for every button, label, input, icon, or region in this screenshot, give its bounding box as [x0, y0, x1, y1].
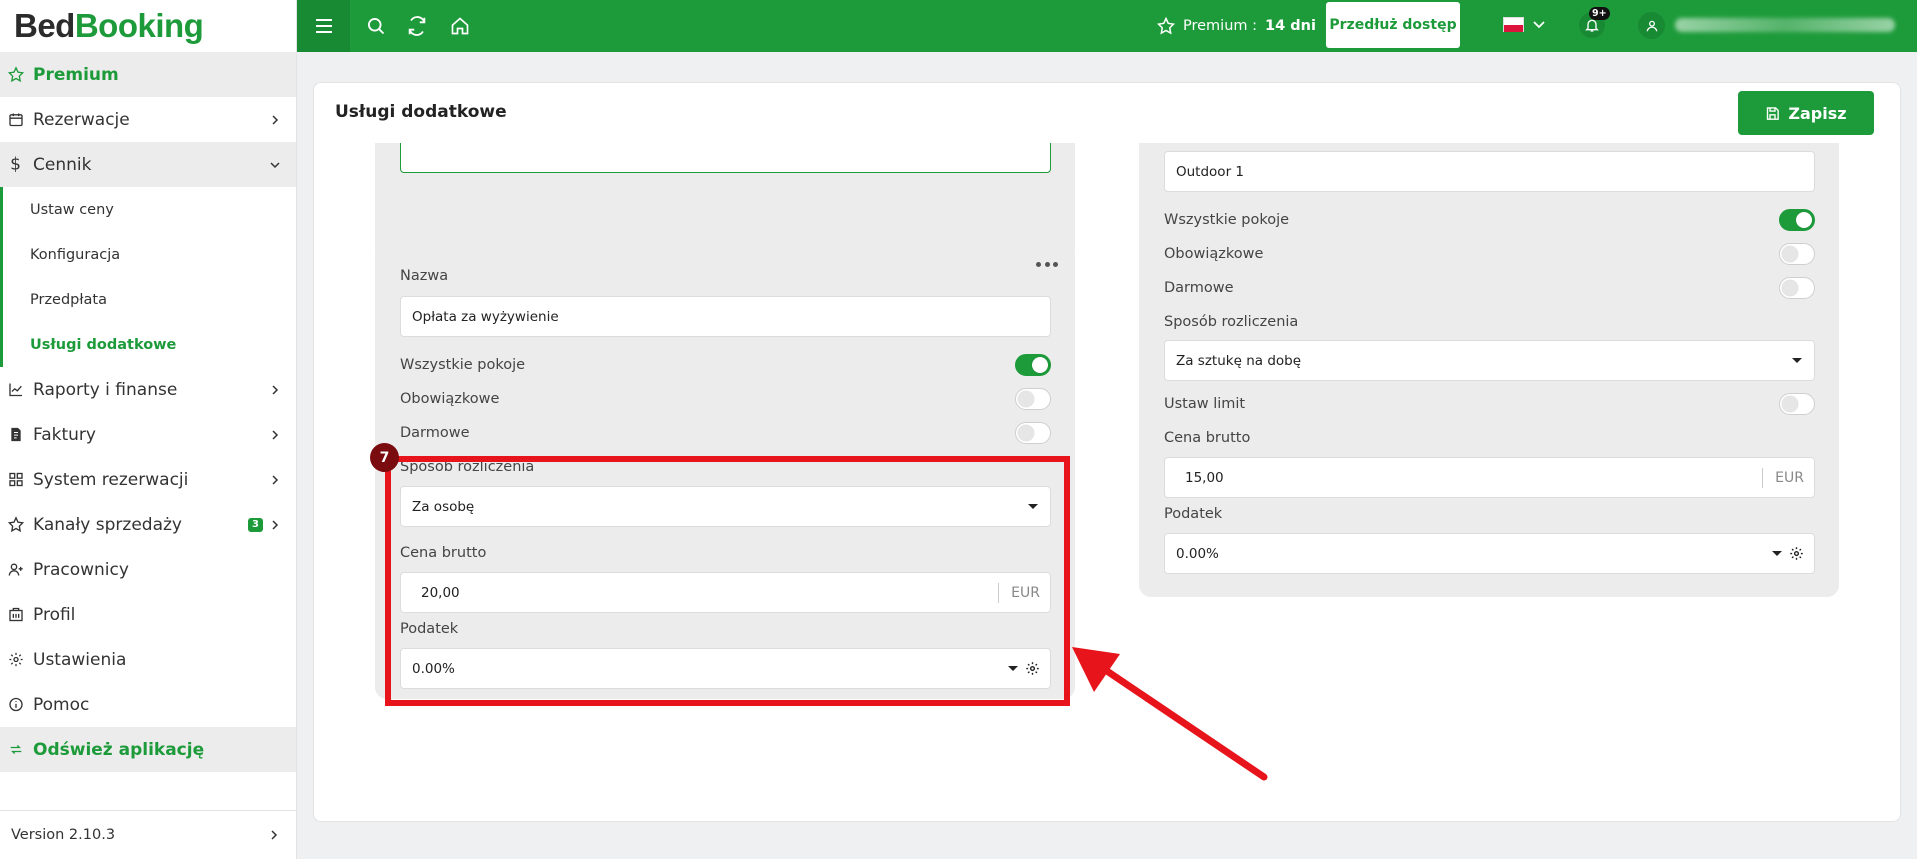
sidebar-item-pracownicy[interactable]: Pracownicy [0, 547, 296, 592]
chevron-right-icon [272, 429, 279, 440]
sidebar-item-rezerwacje[interactable]: Rezerwacje [0, 97, 296, 142]
tax-label: Podatek [1164, 506, 1223, 522]
caret-down-icon [1792, 358, 1802, 363]
sync-button[interactable] [405, 14, 429, 38]
extend-access-button[interactable]: Przedłuż dostęp [1326, 2, 1460, 48]
all-rooms-toggle[interactable] [1015, 354, 1051, 376]
annotation-arrow-icon [1072, 647, 1268, 781]
service-card-outdoor: Outdoor 1 Wszystkie pokoje Obowiązkowe D… [1139, 143, 1839, 597]
all-rooms-label: Wszystkie pokoje [1164, 212, 1290, 228]
all-rooms-label: Wszystkie pokoje [400, 357, 526, 373]
sync-icon [408, 16, 426, 36]
dollar-icon: $ [10, 154, 21, 175]
notification-badge: 9+ [1589, 7, 1610, 20]
sidebar-item-system-rezerwacji[interactable]: System rezerwacji [0, 457, 296, 502]
free-label: Darmowe [400, 425, 470, 441]
home-button[interactable] [448, 14, 472, 38]
free-toggle[interactable] [1779, 277, 1815, 299]
building-icon [7, 606, 24, 623]
gross-price-input[interactable]: 15,00 EUR [1164, 457, 1815, 498]
grid-icon [7, 471, 24, 488]
sidebar-item-raporty[interactable]: Raporty i finanse [0, 367, 296, 412]
brand-logo[interactable]: Bed Booking [0, 0, 296, 52]
sidebar-item-ustawienia[interactable]: Ustawienia [0, 637, 296, 682]
sidebar-item-faktury[interactable]: Faktury [0, 412, 296, 457]
mandatory-toggle[interactable] [1015, 388, 1051, 410]
submenu-item-konfiguracja[interactable]: Konfiguracja [0, 232, 296, 277]
chevron-right-icon [272, 519, 279, 530]
chevron-right-icon [272, 474, 279, 485]
free-label: Darmowe [1164, 280, 1234, 296]
mandatory-toggle[interactable] [1779, 243, 1815, 265]
sidebar-item-kanaly-sprzedazy[interactable]: Kanały sprzedaży 3 [0, 502, 296, 547]
search-icon [368, 18, 385, 35]
gear-icon[interactable] [1788, 546, 1804, 562]
all-rooms-toggle[interactable] [1779, 209, 1815, 231]
sidebar: Bed Booking Premium Rezerwacje $ Cennik U… [0, 0, 297, 859]
partial-input-field[interactable] [400, 143, 1051, 173]
free-toggle[interactable] [1015, 422, 1051, 444]
billing-method-select[interactable]: Za sztukę na dobę [1164, 340, 1815, 381]
sidebar-item-profil[interactable]: Profil [0, 592, 296, 637]
sidebar-item-premium[interactable]: Premium [0, 52, 296, 97]
sidebar-item-pomoc[interactable]: Pomoc [0, 682, 296, 727]
more-options-icon[interactable] [1036, 262, 1058, 268]
version-row[interactable]: Version 2.10.3 [0, 810, 297, 859]
page-title: Usługi dodatkowe [335, 102, 507, 122]
chevron-right-icon [272, 384, 279, 395]
set-limit-toggle[interactable] [1779, 393, 1815, 415]
invoice-icon [7, 426, 24, 443]
name-label: Nazwa [400, 268, 449, 284]
name-input[interactable]: Outdoor 1 [1164, 151, 1815, 192]
count-badge: 3 [248, 517, 263, 532]
name-input[interactable]: Opłata za wyżywienie [400, 296, 1051, 337]
user-plus-icon [7, 561, 24, 578]
user-avatar[interactable] [1638, 12, 1665, 39]
star-icon [7, 516, 24, 533]
star-icon [1157, 17, 1175, 35]
billing-method-label: Sposób rozliczenia [1164, 314, 1299, 330]
chevron-down-icon [270, 161, 280, 168]
submenu-item-ustaw-ceny[interactable]: Ustaw ceny [0, 187, 296, 232]
chart-icon [7, 381, 24, 398]
calendar-icon [7, 111, 24, 128]
home-icon [451, 17, 469, 35]
cennik-submenu: Ustaw ceny Konfiguracja Przedpłata Usług… [0, 187, 296, 367]
hamburger-icon [315, 19, 332, 33]
language-flag-icon[interactable] [1503, 17, 1524, 32]
menu-toggle-button[interactable] [297, 0, 350, 52]
top-bar: Premium : 14 dni Przedłuż dostęp 9+ [297, 0, 1917, 52]
search-button[interactable] [364, 14, 388, 38]
refresh-icon [7, 741, 24, 758]
premium-status: Premium : 14 dni [1157, 0, 1316, 52]
sidebar-item-cennik[interactable]: $ Cennik [0, 142, 296, 187]
currency-label: EUR [1775, 469, 1804, 486]
star-icon [7, 66, 24, 83]
caret-down-icon [1772, 551, 1782, 556]
gear-icon [7, 651, 24, 668]
set-limit-label: Ustaw limit [1164, 396, 1246, 412]
sidebar-item-refresh-app[interactable]: Odśwież aplikację [0, 727, 296, 772]
chevron-right-icon [271, 830, 278, 840]
submenu-item-przedplata[interactable]: Przedpłata [0, 277, 296, 322]
submenu-item-uslugi-dodatkowe[interactable]: Usługi dodatkowe [0, 322, 296, 367]
mandatory-label: Obowiązkowe [1164, 246, 1264, 262]
chevron-right-icon [272, 114, 279, 125]
tax-select[interactable]: 0.00% [1164, 533, 1815, 574]
save-button[interactable]: Zapisz [1738, 91, 1874, 135]
chevron-down-icon[interactable] [1533, 20, 1545, 30]
gross-price-label: Cena brutto [1164, 430, 1251, 446]
user-icon [1646, 20, 1657, 31]
save-icon [1767, 106, 1780, 120]
user-name-blurred[interactable] [1675, 18, 1895, 32]
info-icon [7, 696, 24, 713]
highlight-box [385, 456, 1070, 706]
mandatory-label: Obowiązkowe [400, 391, 500, 407]
step-number-badge: 7 [370, 443, 399, 472]
